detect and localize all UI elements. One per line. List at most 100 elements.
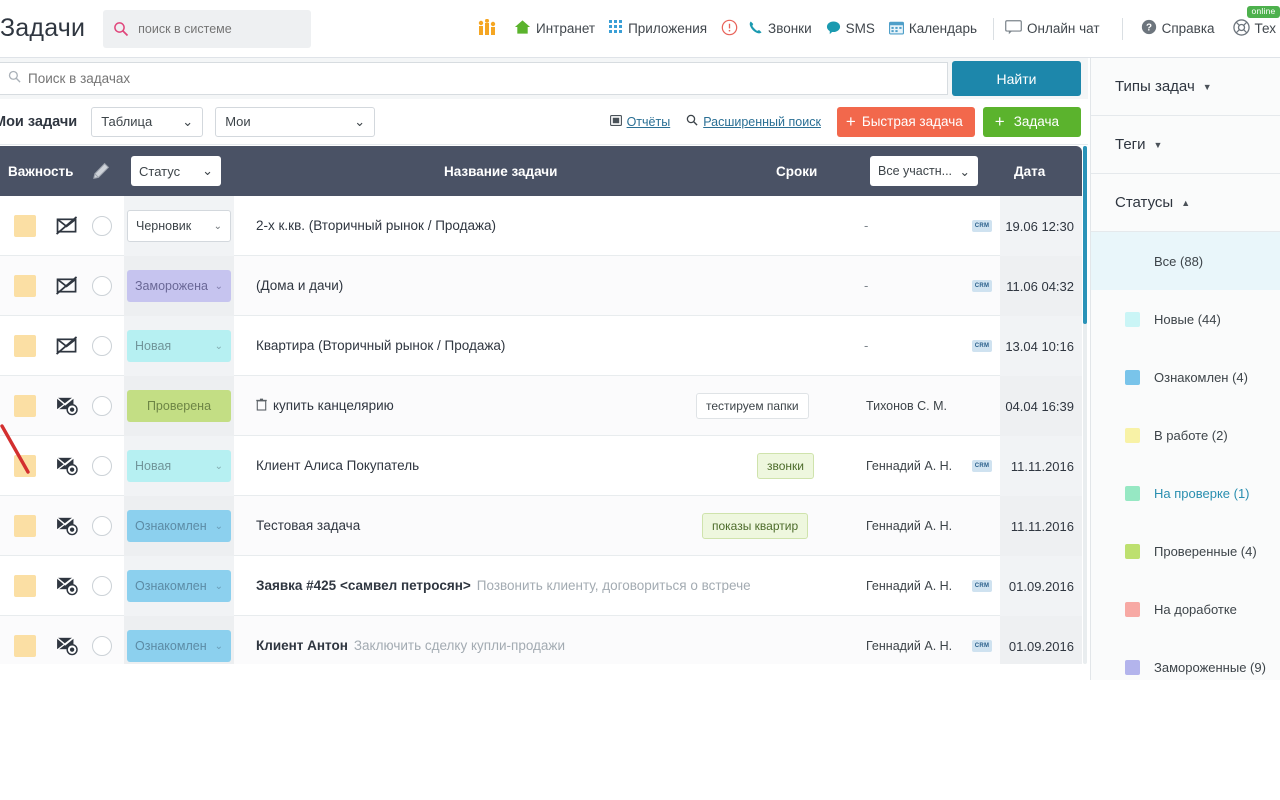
status-select[interactable]: Ознакомлен ⌄ (127, 570, 231, 602)
envelope-check-icon[interactable] (56, 456, 78, 476)
sidebar-section-statuses[interactable]: Статусы ▲ (1091, 174, 1280, 232)
sidebar-status-item[interactable]: Замороженные (9) (1091, 638, 1280, 696)
quick-task-button[interactable]: + Быстрая задача (836, 106, 975, 137)
chat-bubble-icon (826, 20, 841, 38)
status-label: Новая (135, 459, 172, 473)
global-search-input[interactable] (138, 21, 299, 36)
task-name-cell[interactable]: Квартира (Вторичный рынок / Продажа) (256, 338, 505, 353)
find-button[interactable]: Найти (952, 61, 1081, 96)
envelope-check-icon[interactable] (56, 516, 78, 536)
table-scrollbar-thumb[interactable] (1083, 146, 1087, 324)
nav-people-stats[interactable] (478, 18, 500, 38)
status-filter-select[interactable]: Статус ⌄ (131, 156, 221, 186)
row-select-radio[interactable] (92, 395, 112, 416)
sidebar-section-task-types[interactable]: Типы задач ▼ (1091, 58, 1280, 116)
status-select[interactable]: Проверена (127, 390, 231, 422)
task-terms: - (864, 338, 869, 353)
scope-select[interactable]: Мои ⌄ (215, 106, 376, 137)
table-row[interactable]: Ознакомлен ⌄ Клиент Антон Заключить сделку … (0, 616, 1082, 664)
task-name-cell[interactable]: Заявка #425 <самвел петросян> Позвонить к… (256, 578, 751, 593)
envelope-check-icon[interactable] (56, 576, 78, 596)
status-select[interactable]: Ознакомлен ⌄ (127, 510, 231, 542)
row-select-radio[interactable] (92, 275, 112, 296)
reports-link[interactable]: Отчёты (609, 115, 670, 129)
task-name-cell[interactable]: (Дома и дачи) (256, 278, 343, 293)
status-label: Новая (135, 339, 172, 353)
importance-marker[interactable] (14, 514, 36, 537)
task-date: 11.11.2016 (1000, 496, 1082, 556)
trash-icon[interactable] (256, 398, 267, 414)
sidebar-status-list: Все (88) Новые (44) Ознакомлен (4) В работе… (1091, 232, 1280, 696)
status-select[interactable]: Заморожена ⌄ (127, 270, 231, 302)
task-name-cell[interactable]: Клиент Антон Заключить сделку купли-прода… (256, 638, 565, 653)
caret-down-icon: ▼ (1153, 139, 1163, 150)
nav-calls[interactable]: Звонки (748, 20, 812, 38)
importance-marker[interactable] (14, 334, 36, 357)
chevron-down-icon: ⌄ (959, 164, 970, 179)
importance-marker[interactable] (14, 274, 36, 297)
task-search-input[interactable] (28, 71, 908, 86)
nav-alert[interactable] (721, 19, 738, 39)
task-tag[interactable]: тестируем папки (696, 392, 809, 419)
importance-marker[interactable] (14, 454, 36, 477)
table-row[interactable]: Ознакомлен ⌄ Заявка #425 <самвел петросян>… (0, 556, 1082, 616)
sidebar-status-item[interactable]: В работе (2) (1091, 406, 1280, 464)
status-color-swatch (1125, 311, 1140, 327)
sidebar-status-item[interactable]: На проверке (1) (1091, 464, 1280, 522)
envelope-crossed-icon[interactable] (56, 215, 78, 236)
envelope-check-icon[interactable] (56, 636, 78, 656)
task-tag[interactable]: звонки (757, 452, 814, 479)
table-scrollbar-track[interactable] (1083, 146, 1087, 664)
sidebar-status-item[interactable]: Новые (44) (1091, 290, 1280, 348)
envelope-check-icon[interactable] (56, 396, 78, 416)
importance-marker[interactable] (14, 394, 36, 417)
task-name-cell[interactable]: купить канцелярию (256, 398, 394, 414)
task-name-cell[interactable]: Клиент Алиса Покупатель (256, 458, 419, 473)
pencil-icon[interactable] (92, 162, 110, 180)
envelope-crossed-icon[interactable] (56, 335, 78, 356)
table-row[interactable]: Проверена купить канцелярию тестируем папк… (0, 376, 1082, 436)
add-task-button[interactable]: + Задача (982, 106, 1081, 137)
row-select-radio[interactable] (92, 515, 112, 536)
view-select[interactable]: Таблица ⌄ (91, 106, 204, 137)
sidebar-status-item[interactable]: На доработке (1091, 580, 1280, 638)
nav-help[interactable]: ? Справка (1141, 19, 1215, 38)
sidebar-section-tags[interactable]: Теги ▼ (1091, 116, 1280, 174)
row-select-radio[interactable] (92, 215, 112, 236)
row-select-radio[interactable] (92, 635, 112, 656)
importance-marker[interactable] (14, 634, 36, 657)
nav-online-chat[interactable]: Онлайн чат (1005, 19, 1100, 38)
table-row[interactable]: Черновик ⌄ 2-х к.кв. (Вторичный рынок / Пр… (0, 196, 1082, 256)
importance-marker[interactable] (14, 574, 36, 597)
nav-calendar[interactable]: Календарь (888, 20, 977, 38)
status-color-swatch (1125, 543, 1140, 559)
sidebar-status-item[interactable]: Ознакомлен (4) (1091, 348, 1280, 406)
task-search-box[interactable] (0, 62, 948, 95)
sidebar-status-item[interactable]: Проверенные (4) (1091, 522, 1280, 580)
global-search-box[interactable] (103, 9, 312, 48)
table-row[interactable]: Новая ⌄ Квартира (Вторичный рынок / Продаж… (0, 316, 1082, 376)
envelope-crossed-icon[interactable] (56, 275, 78, 296)
status-select[interactable]: Новая ⌄ (127, 450, 231, 482)
status-select[interactable]: Новая ⌄ (127, 330, 231, 362)
table-row[interactable]: Заморожена ⌄ (Дома и дачи) - CRM 11.06 04:32 (0, 256, 1082, 316)
members-filter-select[interactable]: Все участн... ⌄ (870, 156, 978, 186)
sidebar-status-item[interactable]: Все (88) (1091, 232, 1280, 290)
advanced-search-link[interactable]: Расширенный поиск (686, 114, 821, 129)
nav-apps[interactable]: Приложения (609, 20, 707, 37)
nav-intranet[interactable]: Интранет (514, 19, 595, 38)
task-tag[interactable]: показы квартир (702, 512, 809, 539)
importance-marker[interactable] (14, 214, 36, 237)
status-select[interactable]: Черновик ⌄ (127, 210, 231, 242)
sidebar-status-label: Замороженные (9) (1154, 659, 1266, 675)
row-select-radio[interactable] (92, 575, 112, 596)
nav-sms[interactable]: SMS (826, 20, 875, 38)
task-name-cell[interactable]: 2-х к.кв. (Вторичный рынок / Продажа) (256, 218, 496, 233)
nav-techsupport[interactable]: online Тех (1232, 5, 1280, 39)
task-name-cell[interactable]: Тестовая задача (256, 518, 360, 533)
status-select[interactable]: Ознакомлен ⌄ (127, 630, 231, 662)
table-row[interactable]: Ознакомлен ⌄ Тестовая задача показы квартир… (0, 496, 1082, 556)
table-row[interactable]: Новая ⌄ Клиент Алиса Покупатель звонки Генна… (0, 436, 1082, 496)
row-select-radio[interactable] (92, 335, 112, 356)
row-select-radio[interactable] (92, 455, 112, 476)
